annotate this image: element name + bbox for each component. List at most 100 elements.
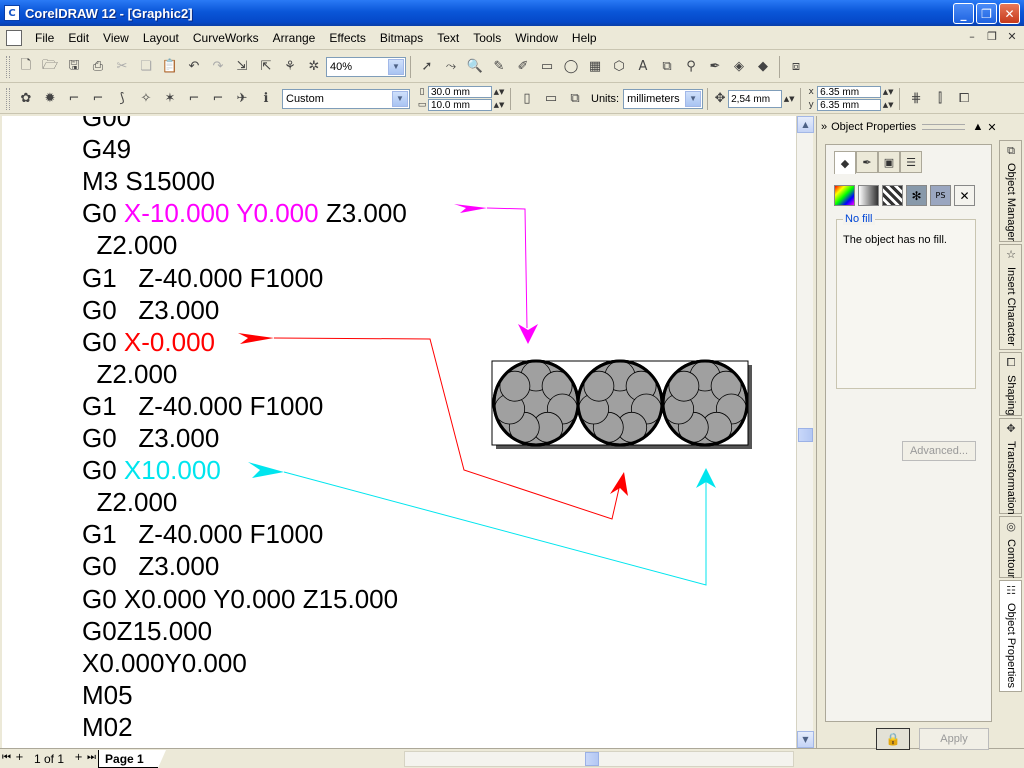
- toolbar-grip[interactable]: [6, 87, 10, 110]
- open-icon[interactable]: 🗁: [39, 56, 61, 78]
- menu-bitmaps[interactable]: Bitmaps: [373, 29, 430, 47]
- graph-paper-icon[interactable]: ▦: [584, 56, 606, 78]
- page-width-input[interactable]: 30.0 mm: [428, 86, 492, 98]
- vertical-scroll-thumb[interactable]: [798, 428, 813, 442]
- star-tool-icon[interactable]: ✶: [159, 88, 181, 110]
- menu-layout[interactable]: Layout: [136, 29, 186, 47]
- snap-grid-icon[interactable]: ⋕: [905, 88, 927, 110]
- info-icon[interactable]: ℹ: [255, 88, 277, 110]
- spinner-icon[interactable]: ▲▼: [881, 101, 895, 109]
- add-page-before-icon[interactable]: +: [13, 752, 26, 766]
- copy-icon[interactable]: ❏: [135, 56, 157, 78]
- pattern-fill-icon[interactable]: ✿: [15, 88, 37, 110]
- summary-tab-icon[interactable]: ☰: [900, 151, 922, 173]
- doc-minimize-button[interactable]: –: [964, 30, 980, 44]
- menu-file[interactable]: File: [28, 29, 61, 47]
- advanced-button[interactable]: Advanced...: [902, 441, 976, 461]
- rectangle-tool-icon[interactable]: ▭: [536, 56, 558, 78]
- freehand-tool-icon[interactable]: ✎: [488, 56, 510, 78]
- menu-window[interactable]: Window: [508, 29, 565, 47]
- text-tool-icon[interactable]: A: [632, 56, 654, 78]
- close-button[interactable]: ✕: [999, 3, 1020, 24]
- document-icon[interactable]: [6, 29, 22, 46]
- outline-tool-icon[interactable]: ✒: [704, 56, 726, 78]
- curve-tool-icon[interactable]: ⟆: [111, 88, 133, 110]
- pattern-fill-icon[interactable]: [882, 185, 903, 206]
- interactive-blend-icon[interactable]: ⧉: [656, 56, 678, 78]
- doc-close-button[interactable]: ✕: [1004, 30, 1020, 44]
- print-icon[interactable]: ⎙: [87, 56, 109, 78]
- drawing-canvas[interactable]: G00 G49 M3 S15000 G0 X-10.000 Y0.000 Z3.000…: [2, 116, 796, 748]
- pick-tool-icon[interactable]: ➚: [416, 56, 438, 78]
- basic-shapes-icon[interactable]: ⬡: [608, 56, 630, 78]
- save-icon[interactable]: 🖫: [63, 56, 85, 78]
- tab-transformation[interactable]: ✥ Transformation: [999, 418, 1022, 515]
- app-icon[interactable]: C: [4, 5, 20, 21]
- texture-fill-icon[interactable]: ✹: [39, 88, 61, 110]
- horizontal-scroll-thumb[interactable]: [585, 752, 599, 766]
- landscape-icon[interactable]: ▭: [540, 88, 562, 110]
- outline-tab-icon[interactable]: ✒: [856, 151, 878, 173]
- transform-icon[interactable]: ✈: [231, 88, 253, 110]
- uniform-fill-icon[interactable]: [834, 185, 855, 206]
- last-page-icon[interactable]: ⏭: [85, 752, 98, 766]
- postscript-fill-icon[interactable]: PS: [930, 185, 951, 206]
- apply-button[interactable]: Apply: [919, 728, 989, 750]
- tab-contour[interactable]: ◎ Contour: [999, 516, 1022, 578]
- page-layout-icon[interactable]: ⧉: [564, 88, 586, 110]
- nudge-input[interactable]: 2,54 mm: [728, 89, 783, 108]
- paste-icon[interactable]: 📋: [159, 56, 181, 78]
- undo-icon[interactable]: ↶: [183, 56, 205, 78]
- spinner-icon[interactable]: ▲▼: [881, 88, 895, 96]
- chevron-down-icon[interactable]: ▼: [392, 90, 408, 107]
- menu-help[interactable]: Help: [565, 29, 604, 47]
- scroll-up-icon[interactable]: ▲: [797, 116, 814, 133]
- corel-online-icon[interactable]: ✲: [303, 56, 325, 78]
- import-icon[interactable]: ⇲: [231, 56, 253, 78]
- scroll-down-icon[interactable]: ▼: [797, 731, 814, 748]
- horizontal-scrollbar[interactable]: [404, 751, 794, 767]
- zoom-tool-icon[interactable]: 🔍: [464, 56, 486, 78]
- application-launcher-icon[interactable]: ⚘: [279, 56, 301, 78]
- docker-collapse-icon[interactable]: »: [821, 121, 827, 133]
- eyedropper-icon[interactable]: ⚲: [680, 56, 702, 78]
- chevron-down-icon[interactable]: ▼: [388, 58, 404, 75]
- interactive-fill-icon[interactable]: ◆: [752, 56, 774, 78]
- docker-close-icon[interactable]: ✕: [985, 121, 999, 134]
- menu-view[interactable]: View: [96, 29, 136, 47]
- corner-round-icon[interactable]: ⌐: [207, 88, 229, 110]
- menu-edit[interactable]: Edit: [61, 29, 96, 47]
- shape-tool-icon[interactable]: ⤳: [440, 56, 462, 78]
- lock-icon[interactable]: 🔒: [876, 728, 910, 750]
- vertical-scrollbar[interactable]: ▲ ▼: [796, 116, 814, 748]
- spinner-icon[interactable]: ▲▼: [492, 101, 506, 109]
- doc-restore-button[interactable]: ❐: [984, 30, 1000, 44]
- corner-tool-icon[interactable]: ⌐: [183, 88, 205, 110]
- toolbar-grip[interactable]: [6, 55, 10, 78]
- menu-text[interactable]: Text: [430, 29, 466, 47]
- new-icon[interactable]: 🗋: [15, 56, 37, 78]
- magic-wand-icon[interactable]: ✧: [135, 88, 157, 110]
- tab-insert-character[interactable]: ☆ Insert Character: [999, 244, 1022, 350]
- duplicate-y-input[interactable]: 6.35 mm: [817, 99, 882, 111]
- zoom-combo[interactable]: 40% ▼: [326, 56, 406, 77]
- spinner-icon[interactable]: ▲▼: [492, 88, 506, 96]
- tab-object-manager[interactable]: ⧉ Object Manager: [999, 140, 1022, 242]
- docker-scroll-up-icon[interactable]: ▲: [971, 121, 985, 133]
- export-icon[interactable]: ⇱: [255, 56, 277, 78]
- spinner-icon[interactable]: ▲▼: [782, 95, 796, 103]
- menu-effects[interactable]: Effects: [322, 29, 372, 47]
- restore-button[interactable]: ❐: [976, 3, 997, 24]
- fountain-fill-icon[interactable]: [858, 185, 879, 206]
- menu-arrange[interactable]: Arrange: [266, 29, 323, 47]
- smart-drawing-icon[interactable]: ✐: [512, 56, 534, 78]
- fill-tab-icon[interactable]: ◆: [834, 151, 856, 174]
- general-tab-icon[interactable]: ▣: [878, 151, 900, 173]
- portrait-icon[interactable]: ▯: [516, 88, 538, 110]
- chevron-down-icon[interactable]: ▼: [685, 90, 702, 107]
- node-tool-icon[interactable]: ⌐: [63, 88, 85, 110]
- menu-curveworks[interactable]: CurveWorks: [186, 29, 266, 47]
- node-break-icon[interactable]: ⌐: [87, 88, 109, 110]
- snap-objects-icon[interactable]: ⧠: [953, 88, 975, 110]
- redo-icon[interactable]: ↷: [207, 56, 229, 78]
